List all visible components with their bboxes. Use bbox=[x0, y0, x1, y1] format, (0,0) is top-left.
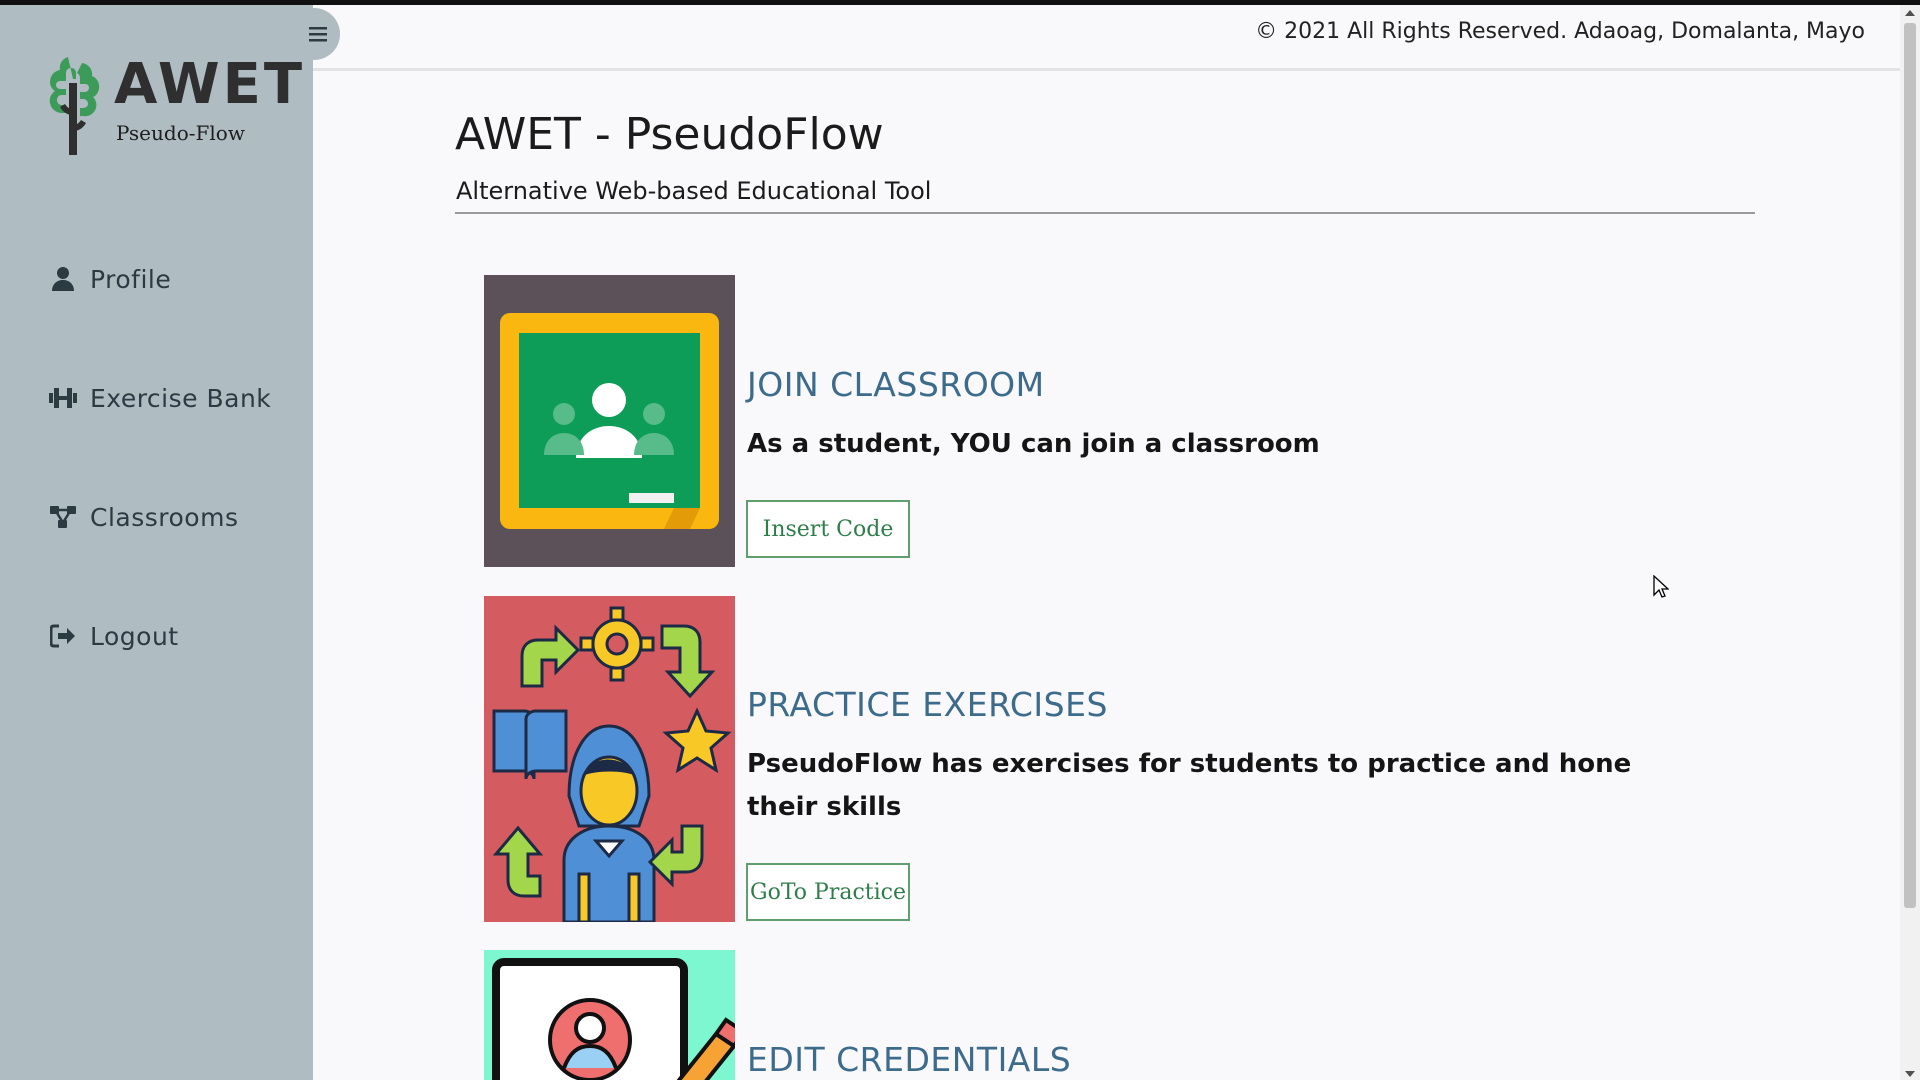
page-title: AWET - PseudoFlow bbox=[455, 109, 884, 160]
sign-out-icon bbox=[48, 621, 78, 651]
scrollbar-thumb[interactable] bbox=[1904, 23, 1916, 908]
sidebar: AWET Pseudo-Flow Profile Exercise Bank C… bbox=[0, 5, 313, 1080]
edit-profile-image bbox=[484, 950, 735, 1080]
scroll-down-arrow-icon[interactable] bbox=[1905, 1071, 1915, 1077]
page-subtitle: Alternative Web-based Educational Tool bbox=[456, 177, 932, 205]
sidebar-item-label: Exercise Bank bbox=[90, 383, 272, 413]
scroll-up-arrow-icon[interactable] bbox=[1905, 10, 1915, 16]
main-content: © 2021 All Rights Reserved. Adaoag, Doma… bbox=[313, 5, 1900, 1080]
dumbbell-icon bbox=[48, 383, 78, 413]
goto-practice-button[interactable]: GoTo Practice bbox=[746, 863, 910, 921]
sidebar-item-exercise-bank[interactable]: Exercise Bank bbox=[48, 376, 271, 420]
copyright-text: © 2021 All Rights Reserved. Adaoag, Doma… bbox=[1255, 19, 1865, 44]
google-classroom-image bbox=[484, 275, 735, 567]
sidebar-item-label: Classrooms bbox=[90, 502, 239, 532]
title-divider bbox=[455, 212, 1755, 214]
top-bar: © 2021 All Rights Reserved. Adaoag, Doma… bbox=[313, 5, 1900, 71]
student-learning-image bbox=[484, 596, 735, 922]
logo-subtitle: Pseudo-Flow bbox=[116, 121, 245, 145]
app-logo[interactable]: AWET Pseudo-Flow bbox=[38, 53, 302, 158]
card-heading-join-classroom: JOIN CLASSROOM bbox=[747, 365, 1045, 404]
network-icon bbox=[48, 502, 78, 532]
sidebar-item-classrooms[interactable]: Classrooms bbox=[48, 495, 238, 539]
user-icon bbox=[48, 264, 78, 294]
sidebar-item-label: Logout bbox=[90, 621, 179, 651]
card-description: PseudoFlow has exercises for students to… bbox=[747, 749, 1632, 822]
hamburger-icon bbox=[309, 27, 327, 42]
insert-code-button[interactable]: Insert Code bbox=[746, 500, 910, 558]
mouse-cursor-icon bbox=[1653, 575, 1669, 598]
sidebar-item-logout[interactable]: Logout bbox=[48, 614, 179, 658]
page-scrollbar[interactable] bbox=[1900, 5, 1920, 1080]
card-description: As a student, YOU can join a classroom bbox=[747, 429, 1320, 459]
tree-logo-icon bbox=[49, 57, 100, 155]
card-heading-practice-exercises: PRACTICE EXERCISES bbox=[747, 685, 1108, 724]
logo-title: AWET bbox=[114, 52, 306, 117]
sidebar-item-profile[interactable]: Profile bbox=[48, 257, 171, 301]
sidebar-item-label: Profile bbox=[90, 264, 172, 294]
card-heading-edit-credentials: EDIT CREDENTIALS bbox=[747, 1040, 1072, 1079]
